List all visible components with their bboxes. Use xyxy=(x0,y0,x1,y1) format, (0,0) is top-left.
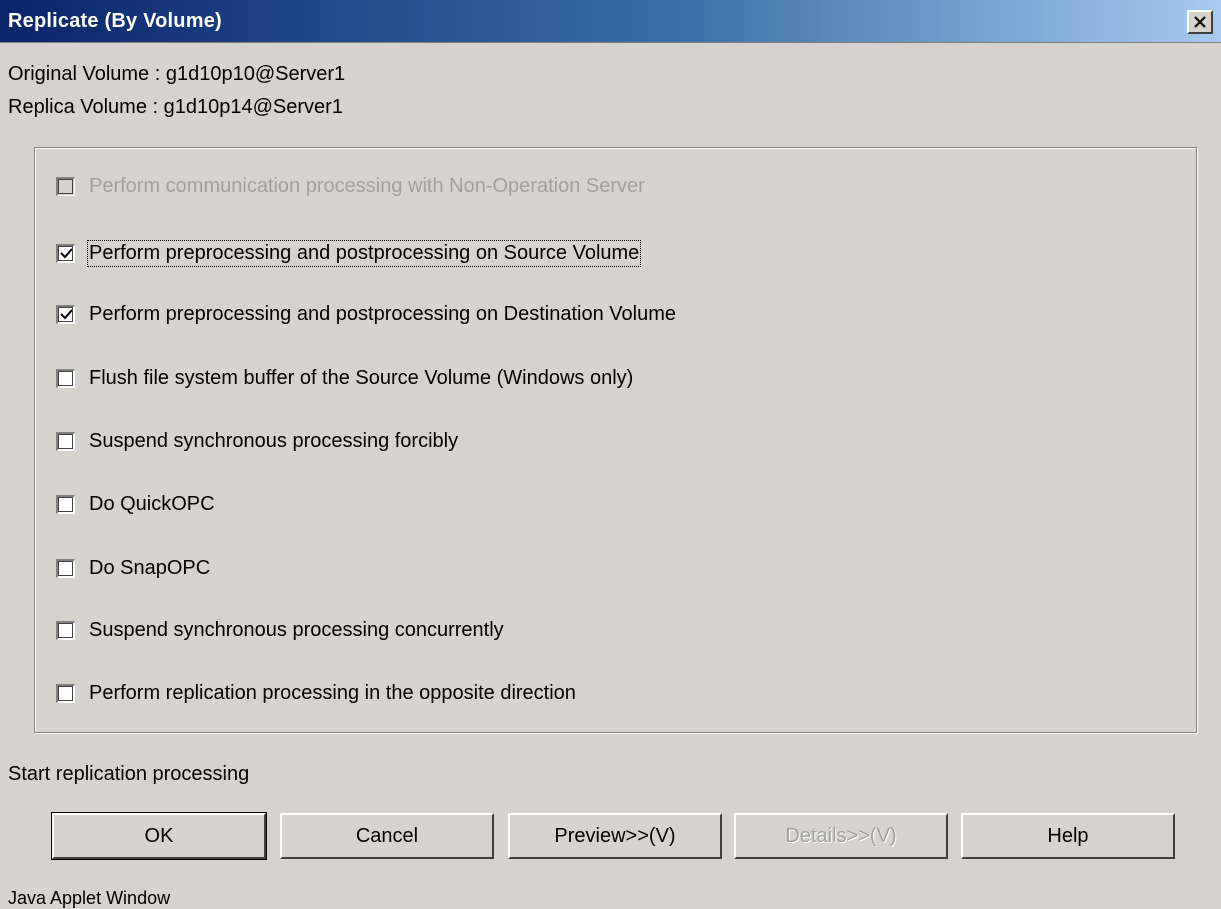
ok-button[interactable]: OK xyxy=(51,812,267,860)
option-checkbox[interactable] xyxy=(56,620,75,640)
option-label: Suspend synchronous processing forcibly xyxy=(89,429,459,452)
applet-window-label: Java Applet Window xyxy=(8,888,171,908)
option-row[interactable]: Perform replication processing in the op… xyxy=(56,680,576,706)
option-row[interactable]: Do SnapOPC xyxy=(56,555,210,581)
option-row[interactable]: Suspend synchronous processing forcibly xyxy=(56,428,458,454)
option-label: Perform preprocessing and postprocessing… xyxy=(89,302,676,325)
status-text: Start replication processing xyxy=(8,763,250,785)
option-label: Perform replication processing in the op… xyxy=(89,681,576,704)
close-button[interactable] xyxy=(1187,10,1213,34)
option-row[interactable]: Perform preprocessing and postprocessing… xyxy=(56,239,642,267)
window-title: Replicate (By Volume) xyxy=(8,10,222,32)
checkmark-icon xyxy=(59,309,73,320)
option-checkbox[interactable] xyxy=(56,683,75,703)
title-bar: Replicate (By Volume) xyxy=(0,0,1221,43)
preview-button[interactable]: Preview>>(V) xyxy=(508,813,722,859)
option-row: Perform communication processing with No… xyxy=(56,173,645,199)
cancel-button[interactable]: Cancel xyxy=(280,813,494,859)
details-button: Details>>(V) xyxy=(734,813,948,859)
option-checkbox[interactable] xyxy=(56,368,75,388)
option-checkbox[interactable] xyxy=(56,431,75,451)
option-label: Flush file system buffer of the Source V… xyxy=(89,366,634,389)
option-label: Do SnapOPC xyxy=(89,556,211,579)
option-row[interactable]: Do QuickOPC xyxy=(56,491,215,517)
close-icon xyxy=(1194,16,1206,28)
replica-volume-label: Replica Volume : g1d10p14@Server1 xyxy=(8,96,343,118)
option-label: Do QuickOPC xyxy=(89,492,215,515)
option-checkbox[interactable] xyxy=(56,494,75,514)
option-row[interactable]: Suspend synchronous processing concurren… xyxy=(56,617,504,643)
option-label: Suspend synchronous processing concurren… xyxy=(89,618,504,641)
option-row[interactable]: Flush file system buffer of the Source V… xyxy=(56,365,633,391)
option-row[interactable]: Perform preprocessing and postprocessing… xyxy=(56,301,676,327)
option-checkbox[interactable] xyxy=(56,304,75,324)
option-checkbox xyxy=(56,176,75,196)
option-label: Perform preprocessing and postprocessing… xyxy=(86,239,642,267)
option-checkbox[interactable] xyxy=(56,243,75,263)
checkmark-icon xyxy=(59,248,73,259)
help-button[interactable]: Help xyxy=(961,813,1175,859)
original-volume-label: Original Volume : g1d10p10@Server1 xyxy=(8,63,346,85)
option-checkbox[interactable] xyxy=(56,558,75,578)
option-label: Perform communication processing with No… xyxy=(89,174,645,197)
